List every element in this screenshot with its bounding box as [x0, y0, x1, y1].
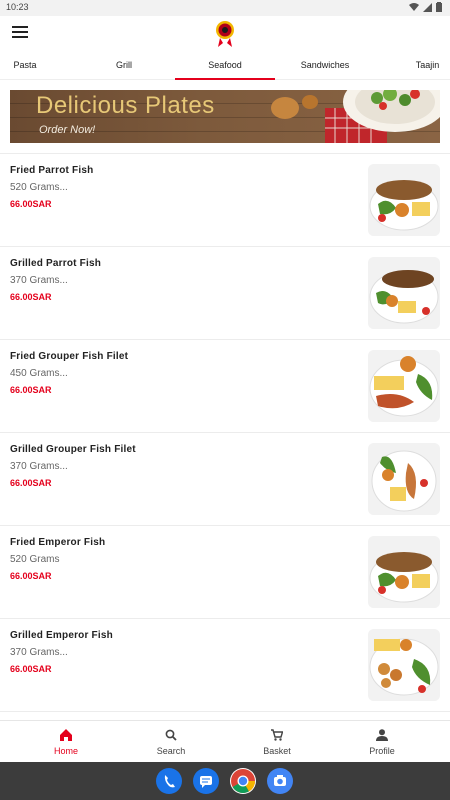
item-price: 66.00SAR	[10, 571, 52, 581]
phone-icon[interactable]	[156, 768, 182, 794]
item-price: 66.00SAR	[10, 478, 52, 488]
bottom-nav: Home Search Basket Profile	[0, 720, 450, 762]
nav-search[interactable]: Search	[119, 721, 223, 763]
wifi-icon	[409, 2, 419, 11]
banner-subtitle: Order Now!	[39, 124, 96, 136]
status-time: 10:23	[6, 2, 29, 12]
item-photo	[368, 536, 440, 608]
item-photo	[368, 629, 440, 701]
item-description: 520 Grams	[10, 554, 60, 565]
tab-seafood[interactable]: Seafood	[175, 52, 275, 80]
tab-taajin[interactable]: Taajin	[405, 52, 450, 80]
search-icon	[165, 729, 177, 741]
tab-sandwiches[interactable]: Sandwiches	[285, 52, 365, 80]
item-description: 370 Grams...	[10, 647, 68, 658]
item-price: 66.00SAR	[10, 292, 52, 302]
status-icons	[409, 2, 442, 12]
item-photo	[368, 350, 440, 422]
messages-icon[interactable]	[193, 768, 219, 794]
item-description: 370 Grams...	[10, 461, 68, 472]
item-name: Fried Grouper Fish Filet	[10, 351, 129, 362]
item-description: 370 Grams...	[10, 275, 68, 286]
status-bar: 10:23	[0, 0, 450, 16]
menu-item-grilled-parrot-fish[interactable]: Grilled Parrot Fish 370 Grams... 66.00SA…	[0, 246, 450, 339]
item-price: 66.00SAR	[10, 385, 52, 395]
system-dock	[0, 762, 450, 800]
nav-profile-label: Profile	[369, 746, 395, 756]
item-price: 66.00SAR	[10, 664, 52, 674]
nav-basket-label: Basket	[263, 746, 291, 756]
basket-icon	[271, 729, 283, 741]
item-name: Grilled Parrot Fish	[10, 258, 102, 269]
item-photo	[368, 443, 440, 515]
nav-profile[interactable]: Profile	[330, 721, 434, 763]
tab-pasta[interactable]: Pasta	[0, 52, 50, 80]
menu-item-fried-parrot-fish[interactable]: Fried Parrot Fish 520 Grams... 66.00SAR	[0, 153, 450, 246]
menu-item-grilled-emperor-fish[interactable]: Grilled Emperor Fish 370 Grams... 66.00S…	[0, 618, 450, 711]
promo-banner[interactable]: Delicious Plates Order Now!	[10, 90, 440, 143]
home-icon	[60, 729, 72, 741]
profile-icon	[376, 729, 388, 741]
battery-icon	[436, 2, 442, 12]
nav-home[interactable]: Home	[14, 721, 118, 763]
item-name: Grilled Grouper Fish Filet	[10, 444, 136, 455]
chrome-icon[interactable]	[230, 768, 256, 794]
item-photo	[368, 164, 440, 236]
item-name: Grilled Emperor Fish	[10, 630, 113, 641]
banner-plate-image	[271, 90, 440, 143]
menu-item-fried-grouper-fish-filet[interactable]: Fried Grouper Fish Filet 450 Grams... 66…	[0, 339, 450, 432]
menu-item-grilled-grouper-fish-filet[interactable]: Grilled Grouper Fish Filet 370 Grams... …	[0, 432, 450, 525]
item-name: Fried Parrot Fish	[10, 165, 94, 176]
tab-grill[interactable]: Grill	[88, 52, 160, 80]
nav-home-label: Home	[53, 746, 78, 756]
camera-icon[interactable]	[267, 768, 293, 794]
item-price: 66.00SAR	[10, 199, 52, 209]
item-photo	[368, 257, 440, 329]
menu-list[interactable]: Delicious Plates Order Now! Fried Parrot…	[0, 80, 450, 720]
category-tabs: Pasta Grill Seafood Sandwiches Taajin	[0, 52, 450, 80]
item-description: 450 Grams...	[10, 368, 68, 379]
nav-search-label: Search	[156, 746, 186, 756]
nav-basket[interactable]: Basket	[225, 721, 329, 763]
signal-icon	[423, 2, 432, 12]
item-name: Fried Emperor Fish	[10, 537, 106, 548]
app-bar	[0, 16, 450, 52]
list-divider	[0, 711, 450, 720]
menu-item-fried-emperor-fish[interactable]: Fried Emperor Fish 520 Grams 66.00SAR	[0, 525, 450, 618]
item-description: 520 Grams...	[10, 182, 68, 193]
restaurant-logo	[216, 21, 234, 47]
banner-title: Delicious Plates	[36, 92, 215, 119]
hamburger-menu-icon[interactable]	[12, 26, 28, 40]
